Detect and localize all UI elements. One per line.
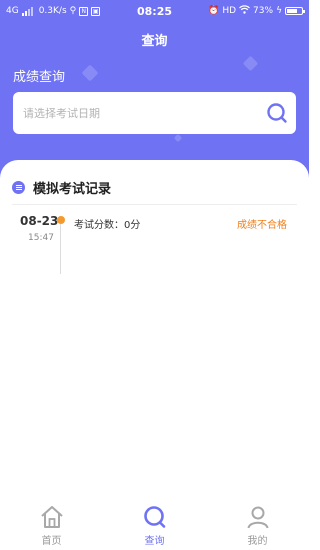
records-title: 模拟考试记录 — [33, 182, 112, 197]
record-time: 15:47 — [28, 233, 54, 243]
tab-home[interactable]: 首页 — [0, 505, 103, 550]
tab-label: 首页 — [41, 536, 62, 547]
timeline-line — [60, 224, 61, 274]
search-icon[interactable] — [266, 102, 288, 124]
tab-label: 查询 — [144, 536, 165, 547]
decor-diamond — [242, 55, 259, 72]
tab-profile[interactable]: 我的 — [206, 505, 309, 550]
tab-bar: 首页 查询 我的 — [0, 505, 309, 550]
decor-diamond — [173, 133, 183, 143]
records-header: 模拟考试记录 — [12, 178, 111, 197]
record-status: 成绩不合格 — [237, 220, 287, 231]
network-speed: 0.3K/s — [38, 6, 67, 16]
timeline-dot-icon — [57, 216, 65, 224]
user-icon — [247, 506, 268, 529]
exam-date-input[interactable] — [23, 106, 266, 120]
page-title: 查询 — [141, 34, 168, 49]
divider — [12, 204, 297, 205]
battery-percent: 73% — [253, 6, 274, 16]
tab-label: 我的 — [247, 536, 268, 547]
status-bar: 4G 0.3K/s ⚲ N ▣ 08:25 ⏰ HD 73% ϟ — [0, 0, 309, 22]
decor-diamond — [81, 64, 99, 82]
notification-icon: ▣ — [91, 6, 101, 16]
record-item[interactable]: 08-23 15:47 考试分数：0分 成绩不合格 — [0, 212, 309, 282]
search-icon — [143, 506, 165, 528]
network-type: 4G — [6, 6, 19, 16]
search-section-label: 成绩查询 — [13, 70, 66, 85]
app-notification-icon: N — [79, 6, 89, 16]
tab-search[interactable]: 查询 — [103, 505, 206, 550]
charging-icon: ϟ — [276, 6, 282, 16]
list-icon — [12, 181, 25, 194]
record-date: 08-23 — [20, 214, 59, 228]
alarm-icon: ⏰ — [208, 6, 220, 16]
record-score: 考试分数：0分 — [74, 220, 141, 231]
battery-icon — [285, 7, 305, 15]
records-card: 模拟考试记录 08-23 15:47 考试分数：0分 成绩不合格 — [0, 160, 309, 505]
search-bar[interactable] — [13, 92, 296, 134]
signal-icon — [21, 6, 33, 16]
wifi-icon — [239, 5, 250, 17]
usb-icon: ⚲ — [69, 6, 77, 16]
home-icon — [40, 506, 63, 528]
hd-indicator: HD — [222, 6, 237, 16]
